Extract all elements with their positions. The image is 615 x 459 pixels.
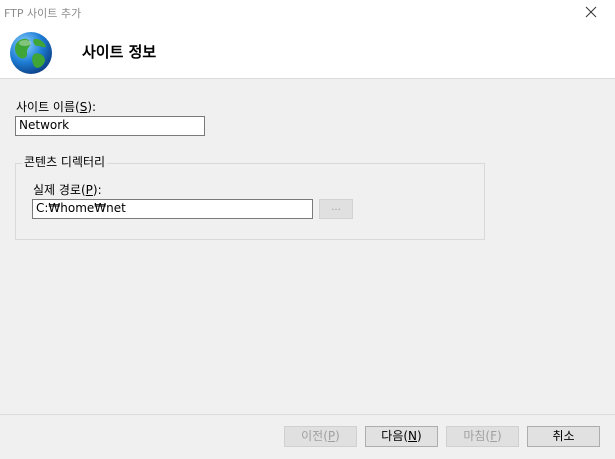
window-title: FTP 사이트 추가 [4,7,82,20]
page-title: 사이트 정보 [82,43,157,61]
footer-divider [0,414,615,415]
globe-icon [10,32,52,74]
finish-button[interactable]: 마침(F) [446,426,519,447]
title-bar: FTP 사이트 추가 [0,0,615,25]
site-name-label: 사이트 이름(S): [16,100,97,114]
previous-button[interactable]: 이전(P) [284,426,357,447]
physical-path-input[interactable]: C:₩home₩net [32,199,313,219]
browse-button[interactable]: ... [319,199,353,219]
wizard-header: 사이트 정보 [0,25,615,79]
cancel-button[interactable]: 취소 [527,426,600,447]
site-name-input[interactable]: Network [15,116,205,136]
next-button[interactable]: 다음(N) [365,426,438,447]
content-directory-legend: 콘텐츠 디렉터리 [22,153,108,170]
close-icon[interactable] [581,2,601,22]
physical-path-label: 실제 경로(P): [33,183,102,197]
